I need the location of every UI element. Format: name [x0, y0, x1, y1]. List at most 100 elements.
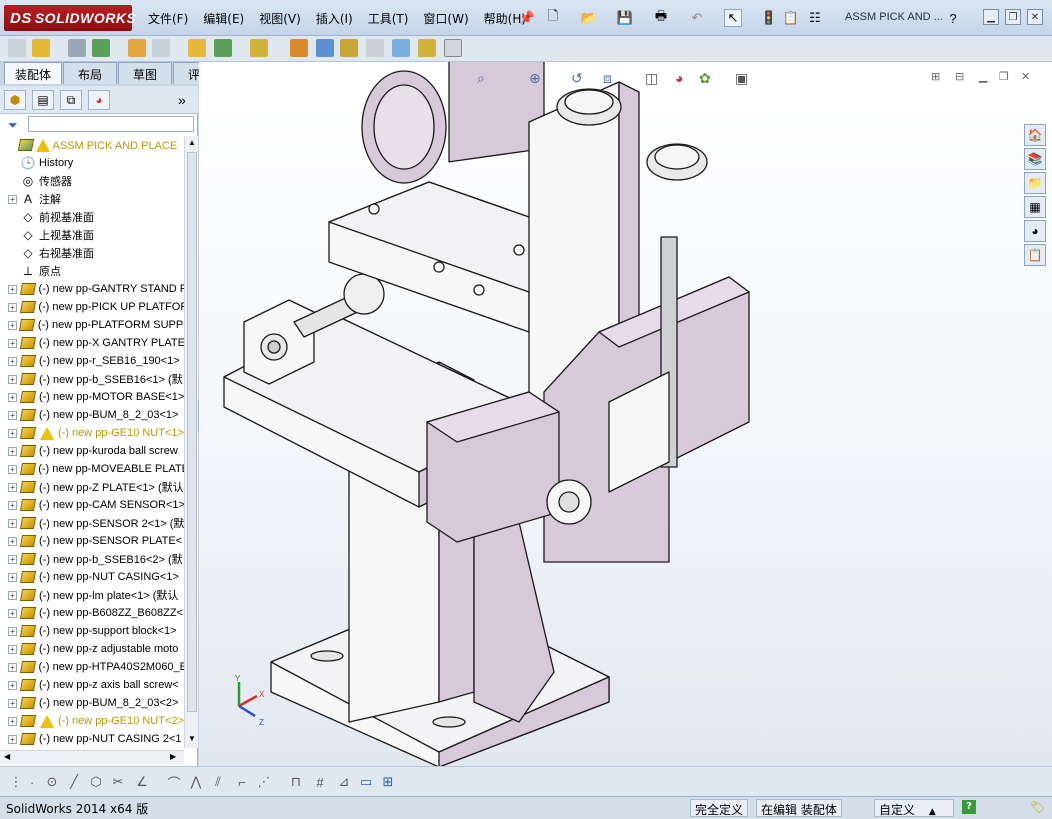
graphics-area[interactable]: ⌕ ⊕ ↺ ⧈ ◫ ◕ ✿ ▣ ⊞ ⊟ ▁ ❐ ✕ Y X Z — [199, 62, 1052, 766]
viewport-split-2-icon[interactable]: ⊟ — [955, 70, 964, 83]
expand-toggle-icon[interactable]: + — [8, 716, 17, 726]
expand-toggle-icon[interactable]: + — [8, 320, 17, 330]
insert-components-icon[interactable] — [32, 39, 50, 57]
expand-toggle-icon[interactable]: + — [8, 446, 17, 456]
display-manager-tab-icon[interactable]: ◕ — [88, 90, 110, 110]
tab-sketch[interactable]: 草图 — [118, 62, 173, 84]
appearances-icon[interactable]: ◕ — [1024, 220, 1046, 242]
help-icon[interactable]: ? — [944, 9, 962, 27]
mate-icon[interactable] — [68, 39, 86, 57]
tree-item[interactable]: ⟂ 原点 — [0, 262, 184, 280]
grid-icon[interactable]: # — [312, 774, 328, 790]
tree-root[interactable]: ASSM PICK AND PLACE（默认 — [0, 136, 184, 154]
tree-item[interactable]: + (-) new pp-support block<1> — [0, 622, 184, 640]
expand-toggle-icon[interactable]: + — [8, 374, 17, 384]
linear-pattern-icon[interactable] — [92, 39, 110, 57]
scroll-left-icon[interactable]: ◀ — [4, 752, 10, 761]
expand-toggle-icon[interactable]: + — [8, 482, 17, 492]
large-assembly-icon[interactable] — [444, 39, 462, 57]
tree-item[interactable]: ◇ 右视基准面 — [0, 244, 184, 262]
appearance-icon[interactable]: ◕ — [675, 70, 683, 86]
tab-assembly[interactable]: 装配体 — [4, 62, 63, 84]
window-icon[interactable]: ▭ — [358, 774, 374, 790]
reference-geometry-icon[interactable] — [250, 39, 268, 57]
print-icon[interactable]: 🖶 — [652, 8, 670, 27]
tree-item[interactable]: + (-) new pp-PICK UP PLATFOR — [0, 298, 184, 316]
tree-item[interactable]: + (-) new pp-HTPA40S2M060_E — [0, 658, 184, 676]
tree-item[interactable]: + A 注解 — [0, 190, 184, 208]
expand-toggle-icon[interactable]: + — [8, 338, 17, 348]
options-icon[interactable]: ☷ — [806, 9, 824, 27]
expand-toggle-icon[interactable]: + — [8, 590, 17, 600]
point-icon[interactable]: · — [24, 774, 40, 790]
solidworks-logo[interactable]: DS SOLIDWORKS — [4, 5, 136, 31]
tree-item[interactable]: ◇ 前视基准面 — [0, 208, 184, 226]
expand-toggle-icon[interactable]: + — [8, 194, 17, 204]
feature-tree-scrollbar[interactable]: ▲ ▼ — [184, 136, 198, 748]
tree-item[interactable]: + (-) new pp-NUT CASING<1> — [0, 568, 184, 586]
tab-layout[interactable]: 布局 — [63, 62, 118, 84]
close-button[interactable]: ✕ — [1027, 9, 1043, 25]
minimize-button[interactable]: ▁ — [983, 9, 999, 25]
file-properties-icon[interactable]: 📋 — [782, 9, 800, 27]
tree-item[interactable]: + (-) new pp-NUT CASING 2<1 — [0, 730, 184, 748]
save-icon[interactable]: 💾 — [616, 9, 634, 27]
zoom-area-icon[interactable]: ⊕ — [529, 70, 541, 87]
open-folder-icon[interactable]: 📂 — [580, 9, 598, 27]
expand-toggle-icon[interactable]: + — [8, 698, 17, 708]
tag-icon[interactable]: 🏷 — [1030, 800, 1045, 814]
menu-view[interactable]: 视图(V) — [259, 10, 301, 27]
expand-toggle-icon[interactable]: + — [8, 644, 17, 654]
custom-properties-icon[interactable]: 📋 — [1024, 244, 1046, 266]
undo-icon[interactable]: ↶ — [688, 9, 706, 27]
exploded-view-icon[interactable] — [340, 39, 358, 57]
expand-toggle-icon[interactable]: + — [8, 464, 17, 474]
bill-of-materials-icon[interactable] — [316, 39, 334, 57]
viewport-restore-icon[interactable]: ❐ — [999, 70, 1009, 83]
tree-item[interactable]: + (-) new pp-BUM_8_2_03<2> — [0, 694, 184, 712]
tree-item[interactable]: + (-) new pp-b_SSEB16<1> (默 — [0, 370, 184, 388]
tree-item[interactable]: + (-) new pp-GE10 NUT<1> — [0, 424, 184, 442]
tree-item[interactable]: + (-) new pp-SENSOR 2<1> (默 — [0, 514, 184, 532]
menu-tools[interactable]: 工具(T) — [368, 10, 409, 27]
solidworks-resources-icon[interactable]: 🏠 — [1024, 124, 1046, 146]
display-settings-icon[interactable]: ▣ — [735, 70, 748, 87]
previous-view-icon[interactable]: ↺ — [571, 70, 583, 87]
tree-item[interactable]: + (-) new pp-GANTRY STAND P — [0, 280, 184, 298]
section-view-icon[interactable]: ⧈ — [603, 70, 612, 87]
expand-toggle-icon[interactable]: + — [8, 554, 17, 564]
polygon-icon[interactable]: ⬡ — [88, 774, 104, 790]
expand-toggle-icon[interactable]: + — [8, 626, 17, 636]
expand-toggle-icon[interactable]: + — [8, 518, 17, 528]
table-icon[interactable]: ⊞ — [380, 774, 396, 790]
expand-toggle-icon[interactable]: + — [8, 536, 17, 546]
design-library-icon[interactable]: 📚 — [1024, 148, 1046, 170]
quick-tips-help-icon[interactable]: ? — [962, 800, 976, 814]
new-document-icon[interactable]: 🗋 — [544, 8, 562, 27]
move-component-icon[interactable] — [152, 39, 170, 57]
chamfer-icon[interactable]: ⋀ — [188, 774, 204, 790]
tree-item[interactable]: 🕒 History — [0, 154, 184, 172]
tree-item[interactable]: + (-) new pp-z axis ball screw< — [0, 676, 184, 694]
edit-component-icon[interactable] — [8, 39, 26, 57]
expand-toggle-icon[interactable]: + — [8, 428, 17, 438]
expand-toggle-icon[interactable]: + — [8, 500, 17, 510]
select-arrow-icon[interactable]: ↖ — [724, 9, 742, 27]
tree-item[interactable]: + (-) new pp-b_SSEB16<2> (默 — [0, 550, 184, 568]
expand-toggle-icon[interactable]: + — [8, 572, 17, 582]
viewport-minimize-icon[interactable]: ▁ — [979, 70, 987, 83]
dotted-rectangle-icon[interactable]: ⋰ — [256, 774, 272, 790]
viewport-split-icon[interactable]: ⊞ — [931, 70, 940, 83]
expand-toggle-icon[interactable]: + — [8, 284, 17, 294]
tree-item[interactable]: + (-) new pp-X GANTRY PLATE — [0, 334, 184, 352]
expand-toggle-icon[interactable]: + — [8, 680, 17, 690]
menu-file[interactable]: 文件(F) — [148, 10, 188, 27]
pin-icon[interactable]: 📌 — [518, 9, 536, 27]
restore-button[interactable]: ❐ — [1005, 9, 1021, 25]
circle-icon[interactable]: ⊙ — [44, 774, 60, 790]
feature-tree-hscrollbar[interactable]: ◀ ▶ — [0, 750, 184, 764]
expand-toggle-icon[interactable]: + — [8, 356, 17, 366]
explode-line-sketch-icon[interactable] — [366, 39, 384, 57]
view-palette-icon[interactable]: ▦ — [1024, 196, 1046, 218]
show-hidden-icon[interactable] — [188, 39, 206, 57]
